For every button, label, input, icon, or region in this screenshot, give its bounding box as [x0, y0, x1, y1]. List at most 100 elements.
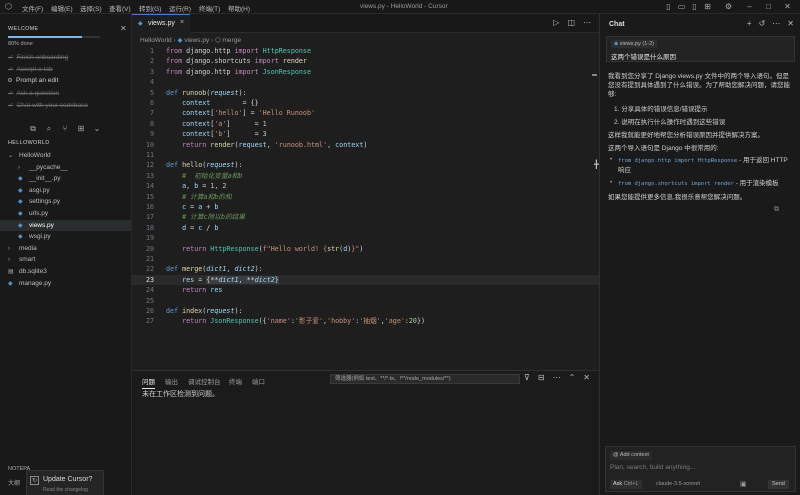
- chat-input-box[interactable]: @ Add context Plan, search, build anythi…: [605, 446, 796, 492]
- update-notification[interactable]: ↻ Update Cursor? Read the changelog: [26, 470, 104, 495]
- new-chat-icon[interactable]: +: [747, 19, 752, 28]
- tree-item[interactable]: ◆ asgi.py: [0, 185, 131, 196]
- tree-item[interactable]: ◆ urls.py: [0, 208, 131, 219]
- code-line[interactable]: 23 res = {**dict1, **dict2}: [132, 274, 599, 285]
- more-icon[interactable]: ⋯: [772, 19, 780, 28]
- split-editor-icon[interactable]: ◫: [567, 18, 575, 27]
- collapse-all-icon[interactable]: ⊟: [538, 373, 545, 382]
- tree-item[interactable]: ◆ settings.py: [0, 196, 131, 207]
- code-line[interactable]: 19: [132, 233, 599, 243]
- tree-item[interactable]: ◆ manage.py: [0, 278, 131, 289]
- tree-item[interactable]: ◆ wsgi.py: [0, 231, 131, 242]
- step-ask-question[interactable]: ✓ Ask a question: [8, 89, 59, 97]
- outline-section[interactable]: 大纲: [8, 478, 20, 487]
- code-line[interactable]: 21: [132, 254, 599, 264]
- tab-debug-console[interactable]: 调试控制台: [188, 376, 221, 386]
- code-line[interactable]: 12 def hello(request):: [132, 160, 599, 170]
- code-line[interactable]: 7 context['hello'] = 'Hello Runoob': [132, 108, 599, 118]
- user-message-bubble[interactable]: ◆ views.py (1-2) 这两个错误是什么原因: [606, 36, 795, 62]
- explorer-files-icon[interactable]: ⧉: [28, 124, 38, 134]
- toggle-sidebar-icon[interactable]: ▯: [664, 2, 673, 11]
- maximize-panel-icon[interactable]: ⌃: [569, 373, 576, 382]
- code-line[interactable]: 27 return JsonResponse({'name':'影子爱','ho…: [132, 316, 599, 326]
- tab-output[interactable]: 输出: [165, 376, 178, 386]
- source-control-icon[interactable]: ⑂: [60, 124, 70, 133]
- code-line[interactable]: 17 # 计算c除以b的结果: [132, 212, 599, 222]
- step-accept-tab[interactable]: ✓ Accept a tab: [8, 65, 53, 73]
- code-line[interactable]: 24 return res: [132, 285, 599, 295]
- menu-help[interactable]: 帮助(H): [228, 3, 250, 13]
- menu-go[interactable]: 转到(G): [139, 3, 161, 13]
- step-finish-onboarding[interactable]: ✓ Finish onboarding: [8, 53, 68, 61]
- step-prompt-edit[interactable]: Prompt an edit: [8, 77, 58, 84]
- copy-icon[interactable]: ⧉: [774, 206, 779, 214]
- code-line[interactable]: 25: [132, 296, 599, 306]
- code-line[interactable]: 10 return render(request, 'runoob.html',…: [132, 140, 599, 150]
- code-line[interactable]: 11: [132, 150, 599, 160]
- menu-selection[interactable]: 选择(S): [80, 3, 102, 13]
- image-attach-icon[interactable]: ▣: [740, 480, 747, 488]
- tree-item[interactable]: › media: [0, 243, 131, 254]
- extensions-icon[interactable]: ⊞: [76, 124, 86, 133]
- breadcrumb-folder[interactable]: HelloWorld: [140, 37, 172, 44]
- breadcrumb-symbol[interactable]: merge: [223, 37, 241, 44]
- customize-layout-icon[interactable]: ⊞: [703, 2, 712, 11]
- menu-run[interactable]: 运行(R): [169, 3, 191, 13]
- file-context-chip[interactable]: ◆ views.py (1-2): [611, 40, 657, 48]
- tree-item[interactable]: ▤ db.sqlite3: [0, 266, 131, 277]
- step-chat-codebase[interactable]: ✓ Chat with your codebase: [8, 101, 88, 109]
- history-icon[interactable]: ↺: [759, 19, 766, 28]
- code-line[interactable]: 15 # 计算a和b的和: [132, 192, 599, 202]
- filter-icon[interactable]: ⊽: [524, 373, 530, 382]
- search-icon[interactable]: ⌕: [44, 124, 54, 134]
- tab-problems[interactable]: 问题: [142, 376, 155, 389]
- close-welcome-icon[interactable]: ✕: [120, 24, 127, 33]
- tree-item[interactable]: › smart: [0, 254, 131, 265]
- menu-edit[interactable]: 编辑(E): [51, 3, 73, 13]
- code-line[interactable]: 3 from django.http import JsonResponse: [132, 67, 599, 77]
- tree-item[interactable]: ◆ __init__.py: [0, 173, 131, 184]
- code-line[interactable]: 22 def merge(dict1, dict2):: [132, 264, 599, 274]
- code-line[interactable]: 20 return HttpResponse(f"Hello world! {s…: [132, 244, 599, 254]
- maximize-icon[interactable]: □: [764, 2, 773, 11]
- more-icon[interactable]: ⋯: [553, 373, 561, 382]
- code-line[interactable]: 18 d = c / b: [132, 223, 599, 233]
- close-chat-icon[interactable]: ✕: [787, 19, 794, 28]
- menu-view[interactable]: 查看(V): [109, 3, 131, 13]
- code-line[interactable]: 1 from django.http import HttpResponse: [132, 46, 599, 56]
- code-line[interactable]: 9 context['b'] = 3: [132, 129, 599, 139]
- code-line[interactable]: 6 context = {}: [132, 98, 599, 108]
- code-line[interactable]: 14 a, b = 1, 2: [132, 181, 599, 191]
- close-window-icon[interactable]: ✕: [783, 2, 792, 11]
- send-button[interactable]: Send: [768, 480, 789, 489]
- tree-item[interactable]: ⌄ HelloWorld: [0, 150, 131, 161]
- chevron-down-icon[interactable]: ⌄: [92, 124, 102, 133]
- run-icon[interactable]: ▷: [553, 18, 559, 27]
- tab-terminal[interactable]: 终端: [229, 376, 242, 386]
- add-context-button[interactable]: @ Add context: [610, 451, 652, 460]
- close-panel-icon[interactable]: ✕: [583, 373, 590, 382]
- more-actions-icon[interactable]: ⋯: [583, 18, 591, 27]
- code-line[interactable]: 8 context['a'] = 1: [132, 119, 599, 129]
- code-line[interactable]: 4: [132, 77, 599, 87]
- settings-gear-icon[interactable]: ⚙: [724, 2, 733, 11]
- breadcrumb-file[interactable]: views.py: [184, 37, 209, 44]
- menu-terminal[interactable]: 终端(T): [199, 3, 220, 13]
- tab-views-py[interactable]: ◆ views.py ×: [132, 14, 190, 33]
- mode-selector[interactable]: Ask Ctrl+L: [610, 480, 642, 489]
- toggle-panel-icon[interactable]: ▭: [677, 2, 686, 11]
- chat-input-placeholder[interactable]: Plan, search, build anything...: [610, 464, 695, 471]
- code-line[interactable]: 16 c = a + b: [132, 202, 599, 212]
- problems-filter-input[interactable]: 筛选器(例如 text、**/*.ts、!**/node_modules/**): [330, 374, 520, 384]
- tree-item[interactable]: ◆ views.py: [0, 219, 131, 231]
- code-line[interactable]: 13 # 初始化变量a和b: [132, 171, 599, 181]
- close-tab-icon[interactable]: ×: [180, 19, 184, 26]
- toggle-secondary-sidebar-icon[interactable]: ▯: [690, 2, 699, 11]
- update-subtitle[interactable]: Read the changelog: [43, 487, 88, 493]
- minimize-icon[interactable]: –: [745, 2, 754, 11]
- model-selector[interactable]: claude-3.5-sonnet: [656, 481, 700, 487]
- code-line[interactable]: 5 def runoob(request):: [132, 88, 599, 98]
- menu-file[interactable]: 文件(F): [22, 3, 43, 13]
- tab-ports[interactable]: 端口: [252, 376, 265, 386]
- code-line[interactable]: 26 def index(request):: [132, 306, 599, 316]
